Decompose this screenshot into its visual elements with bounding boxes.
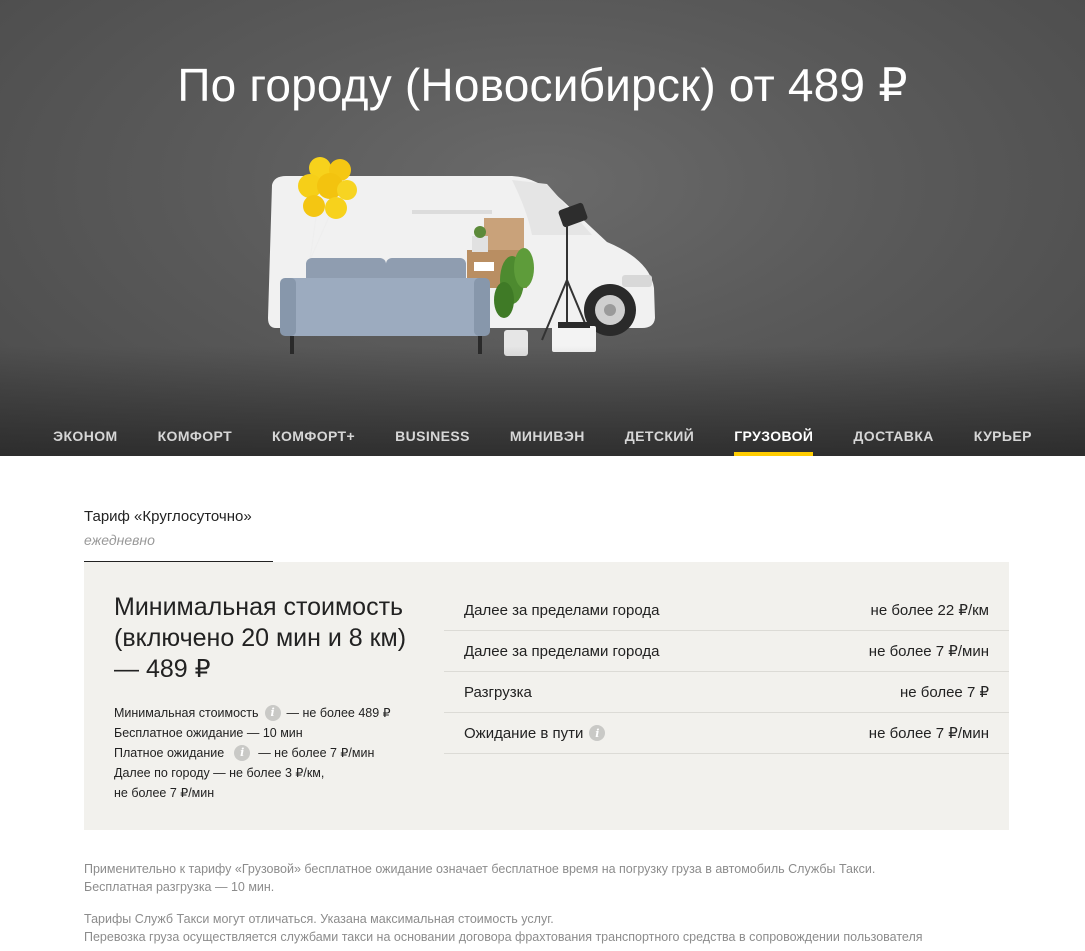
rate-value: не более 7 ₽/мин [868,725,989,742]
extra-rates-list: Далее за пределами города не более 22 ₽/… [444,590,1009,754]
note-line: Перевозка груза осуществляется службами … [84,930,923,944]
min-cost-label: Минимальная стоимость [114,706,259,720]
price-panel: Минимальная стоимость (включено 20 мин и… [84,562,1009,830]
page-title: По городу (Новосибирск) от 489 ₽ [177,59,908,111]
info-icon[interactable]: i [589,725,606,741]
min-cost-value: — не более 489 ₽ [286,706,391,720]
tariff-name: Тариф «Круглосуточно» [84,508,252,525]
price-details: Минимальная стоимость i — не более 489 ₽… [114,703,434,803]
tab-business[interactable]: BUSINESS [395,418,470,456]
tab-child[interactable]: ДЕТСКИЙ [625,418,694,456]
rate-label: Разгрузка [464,683,532,701]
paid-wait-value: — не более 7 ₽/мин [258,746,375,760]
rate-row-unloading: Разгрузка не более 7 ₽ [444,672,1009,713]
tariff-notes: Применительно к тарифу «Грузовой» беспла… [84,860,1024,946]
rate-label-with-info: Ожидание в пути i [464,725,611,742]
tariff-schedule: ежедневно [84,532,155,548]
city-rate-line-2: не более 7 ₽/мин [114,786,215,800]
rate-value: не более 7 ₽/мин [868,643,989,660]
tab-delivery[interactable]: ДОСТАВКА [853,418,933,456]
hero-banner: По городу (Новосибирск) от 489 ₽ [0,0,1085,456]
tariff-selector-tab[interactable]: Тариф «Круглосуточно» ежедневно [84,508,273,562]
sofa-image [280,258,490,354]
note-line: Применительно к тарифу «Грузовой» беспла… [84,862,876,876]
info-icon[interactable]: i [264,705,281,721]
rate-value: не более 7 ₽ [899,684,989,701]
cargo-van-illustration [268,157,655,356]
note-paragraph-2: Тарифы Служб Такси могут отличаться. Ука… [84,910,1024,946]
city-rate-line-1: Далее по городу — не более 3 ₽/км, [114,766,325,780]
paid-wait-label: Платное ожидание [114,746,225,760]
minimum-cost-heading: Минимальная стоимость (включено 20 мин и… [114,593,407,683]
rate-label: Далее за пределами города [464,601,660,619]
tab-comfort[interactable]: КОМФОРТ [158,418,232,456]
rate-value: не более 22 ₽/км [870,602,989,619]
free-wait-line: Бесплатное ожидание — 10 мин [114,726,303,740]
base-price-block: Минимальная стоимость (включено 20 мин и… [114,592,434,803]
tab-comfort-plus[interactable]: КОМФОРТ+ [272,418,355,456]
rate-label: Далее за пределами города [464,642,660,660]
note-line: Бесплатная разгрузка — 10 мин. [84,880,275,894]
info-icon[interactable]: i [234,745,251,761]
tab-cargo[interactable]: ГРУЗОВОЙ [734,418,814,456]
min-cost-line: Минимальная стоимость i — не более 489 ₽ [114,703,434,723]
note-line: Тарифы Служб Такси могут отличаться. Ука… [84,912,554,926]
note-paragraph-1: Применительно к тарифу «Грузовой» беспла… [84,860,1024,896]
rate-row-outside-min: Далее за пределами города не более 7 ₽/м… [444,631,1009,672]
rate-row-outside-km: Далее за пределами города не более 22 ₽/… [444,590,1009,631]
tab-econom[interactable]: ЭКОНОМ [53,418,117,456]
printer-image [552,322,596,352]
tariff-tabs: ЭКОНОМ КОМФОРТ КОМФОРТ+ BUSINESS МИНИВЭН… [0,418,1085,456]
rate-label: Ожидание в пути [464,724,584,742]
tab-minivan[interactable]: МИНИВЭН [510,418,585,456]
paid-wait-line: Платное ожидание i — не более 7 ₽/мин [114,743,434,763]
rate-row-waiting: Ожидание в пути i не более 7 ₽/мин [444,713,1009,754]
tab-courier[interactable]: КУРЬЕР [974,418,1032,456]
